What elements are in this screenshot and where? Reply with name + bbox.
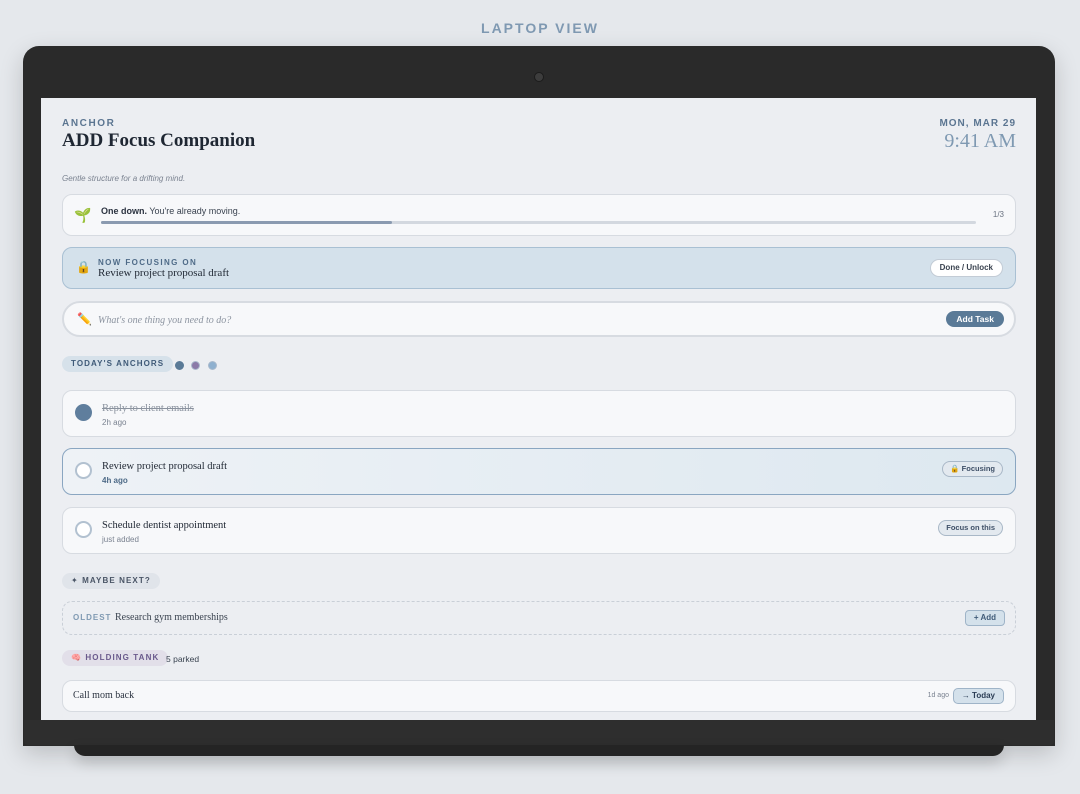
progress-headline: One down.	[101, 206, 147, 216]
tagline: Gentle structure for a drifting mind.	[62, 174, 186, 183]
task-check-toggle[interactable]	[75, 462, 92, 479]
progress-text: You're already moving.	[149, 206, 241, 216]
laptop-screen: ANCHOR ADD Focus Companion Gentle struct…	[41, 98, 1036, 720]
progress-bar-fill	[101, 221, 393, 224]
progress-card: 🌱 One down. You're already moving. 1/3	[62, 194, 1016, 236]
anchor-dot-pending	[207, 361, 217, 370]
focusing-button[interactable]: 🔒 Focusing	[942, 461, 1003, 477]
holding-task-title: Call mom back	[73, 690, 135, 701]
anchor-dot-filled	[175, 361, 184, 370]
task-check-toggle[interactable]	[75, 404, 92, 421]
anchor-task-row: Reply to client emails 2h ago	[62, 390, 1016, 437]
task-title: Review project proposal draft	[102, 461, 228, 472]
task-input[interactable]	[98, 312, 898, 328]
anchor-task-row: Schedule dentist appointment just added …	[62, 507, 1016, 554]
camera-icon	[534, 72, 544, 82]
view-label: LAPTOP VIEW	[481, 20, 599, 36]
anchor-dot-focused	[191, 361, 201, 370]
sprout-icon: 🌱	[74, 207, 92, 223]
focus-card: 🔒 NOW FOCUSING ON Review project proposa…	[62, 247, 1016, 289]
task-input-card: ✏️ Add Task	[62, 301, 1016, 337]
progress-message: One down. You're already moving.	[101, 206, 240, 216]
task-timestamp: just added	[102, 535, 139, 544]
maybe-next-label: ✦ MAYBE NEXT?	[62, 573, 160, 589]
laptop-foot	[74, 745, 1004, 756]
task-check-toggle[interactable]	[75, 521, 92, 538]
task-title: Reply to client emails	[102, 403, 194, 414]
task-timestamp: 2h ago	[102, 418, 127, 427]
progress-bar	[101, 221, 976, 224]
focus-on-this-button[interactable]: Focus on this	[938, 520, 1003, 536]
progress-count: 1/3	[992, 210, 1004, 219]
anchor-dots	[175, 357, 220, 375]
anchor-task-row-focused: Review project proposal draft 4h ago 🔒 F…	[62, 448, 1016, 495]
add-task-button[interactable]: Add Task	[946, 311, 1004, 327]
oldest-tag: OLDEST	[73, 613, 112, 622]
holding-task-age: 1d ago	[927, 692, 949, 699]
laptop-base	[24, 720, 1054, 745]
task-timestamp: 4h ago	[102, 476, 128, 485]
pencil-icon: ✏️	[77, 312, 92, 326]
parked-count: 5 parked	[166, 654, 200, 664]
page-title: ADD Focus Companion	[62, 130, 256, 151]
holding-tank-item: Call mom back 1d ago → Today	[62, 680, 1016, 712]
maybe-next-card: OLDEST Research gym memberships + Add	[62, 601, 1016, 635]
brand-label: ANCHOR	[62, 118, 116, 129]
focus-label: NOW FOCUSING ON	[98, 258, 198, 267]
date-label: MON, MAR 29	[939, 118, 1016, 129]
focus-task-title: Review project proposal draft	[98, 267, 230, 279]
maybe-task-title: Research gym memberships	[115, 612, 228, 623]
add-maybe-button[interactable]: + Add	[964, 610, 1005, 626]
todays-anchors-label: TODAY'S ANCHORS	[62, 356, 174, 372]
task-title: Schedule dentist appointment	[102, 520, 227, 531]
move-to-today-button[interactable]: → Today	[952, 688, 1004, 704]
time-label: 9:41 AM	[944, 130, 1016, 152]
lock-icon: 🔒	[76, 260, 91, 274]
holding-tank-label: 🧠 HOLDING TANK	[62, 650, 169, 666]
done-unlock-button[interactable]: Done / Unlock	[929, 259, 1003, 277]
